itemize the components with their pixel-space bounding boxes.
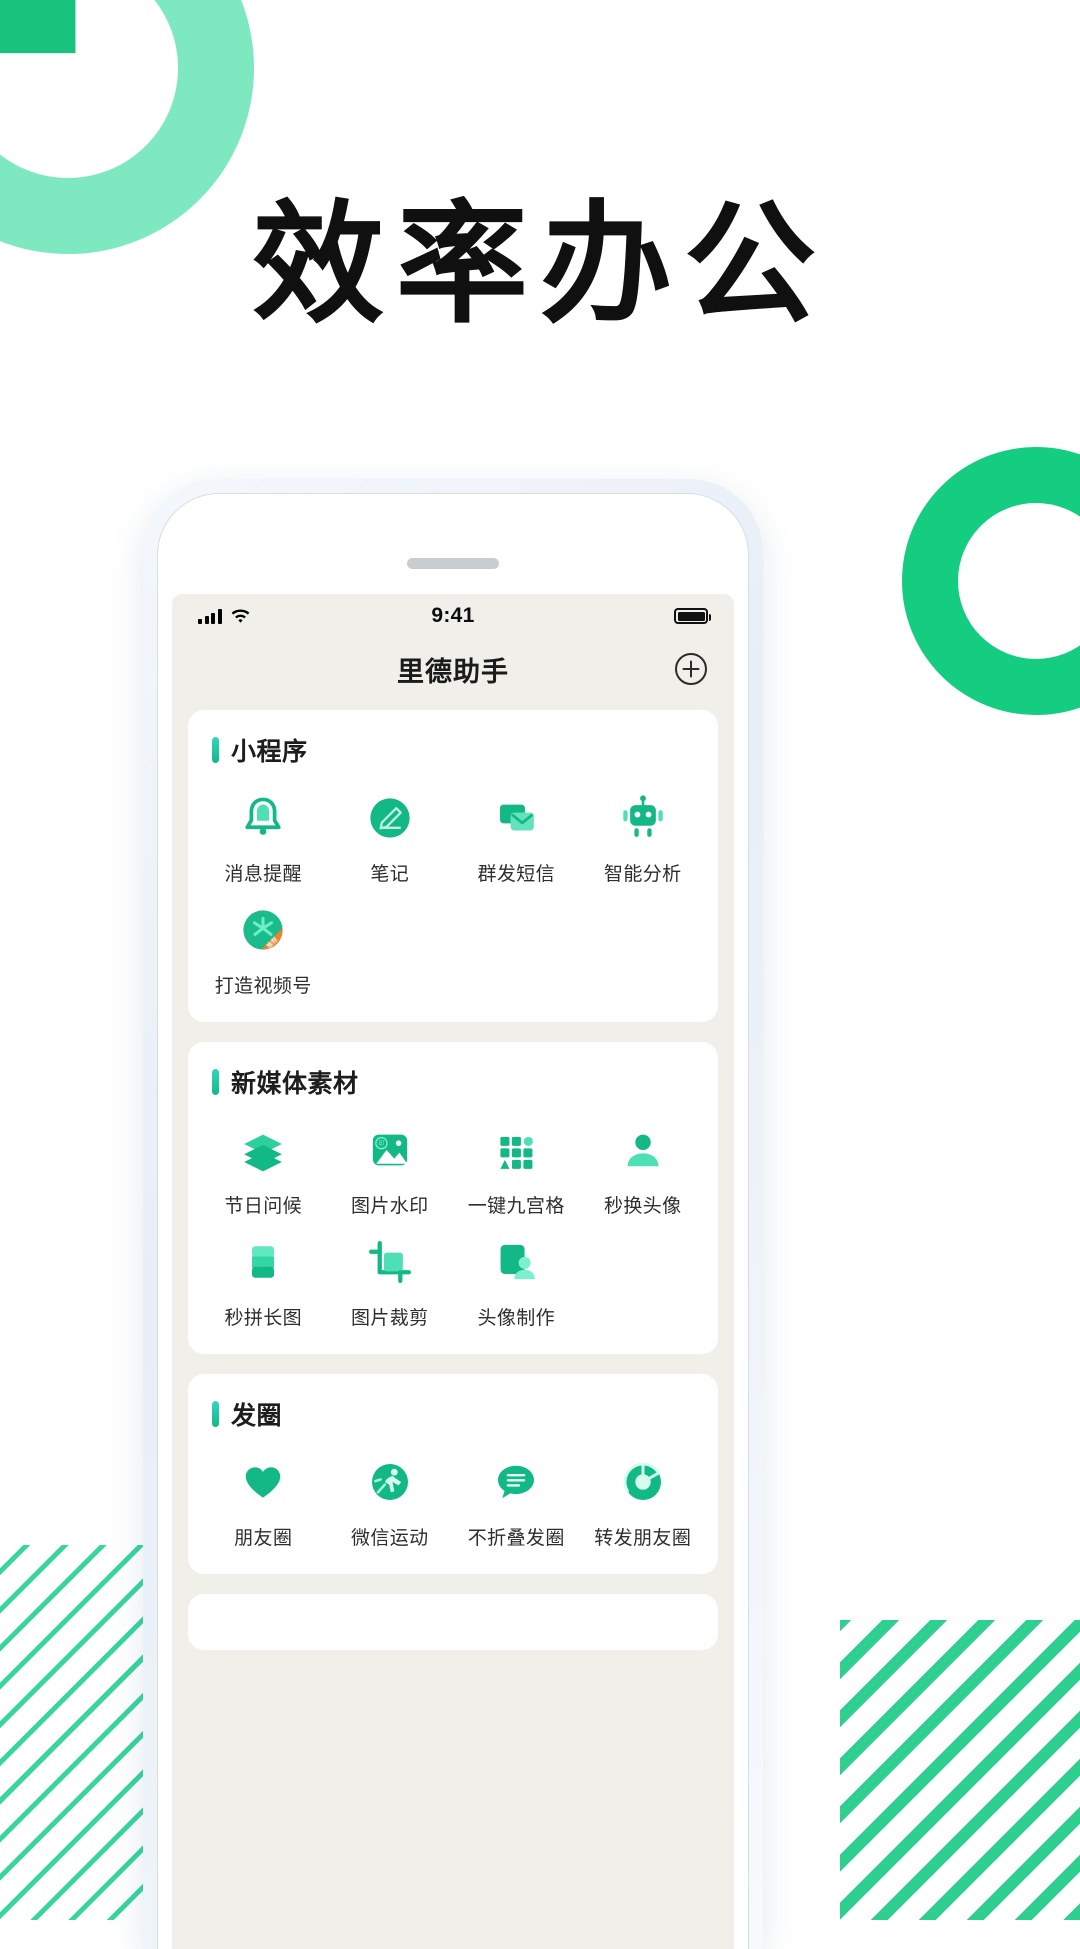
- tile-smart-analysis[interactable]: 智能分析: [580, 790, 707, 886]
- section-accent-bar: [212, 1401, 219, 1427]
- crop-icon: [362, 1234, 418, 1290]
- tile-avatar-swap[interactable]: 秒换头像: [580, 1122, 707, 1218]
- decorative-stripes-right: [840, 1620, 1080, 1920]
- tile-notes[interactable]: 笔记: [327, 790, 454, 886]
- tile-image-watermark[interactable]: 印 图片水印: [327, 1122, 454, 1218]
- shutter-icon: [615, 1454, 671, 1510]
- tile-label: 朋友圈: [234, 1528, 293, 1549]
- tile-no-fold-post[interactable]: 不折叠发圈: [453, 1454, 580, 1550]
- battery-full-icon: [674, 608, 711, 624]
- avatar-swap-icon: [615, 1122, 671, 1178]
- robot-icon: [615, 790, 671, 846]
- decorative-ring-right: [902, 447, 1080, 715]
- section-card-newmedia: 新媒体素材 节日问候 印 图片水印 一键九宫格 秒换头像 秒拼长图 图片裁剪 头…: [188, 1042, 718, 1354]
- heart-icon: [235, 1454, 291, 1510]
- tile-long-image[interactable]: 秒拼长图: [200, 1234, 327, 1330]
- tile-bulk-sms[interactable]: 群发短信: [453, 790, 580, 886]
- nine-grid-icon: [488, 1122, 544, 1178]
- section-title: 发圈: [231, 1402, 283, 1430]
- avatar-maker-icon: [488, 1234, 544, 1290]
- section-title: 小程序: [231, 738, 308, 766]
- tile-holiday-greeting[interactable]: 节日问候: [200, 1122, 327, 1218]
- section-header: 新媒体素材: [200, 1064, 706, 1110]
- tile-label: 节日问候: [224, 1196, 303, 1217]
- tile-video-channel[interactable]: 推荐 打造视频号: [200, 902, 327, 998]
- phone-screen-frame: 9:41 里德助手 小程序 消息提醒 笔记 群发短信 智能分析 推荐 打造视频号…: [157, 493, 749, 1949]
- tile-label: 秒拼长图: [224, 1308, 303, 1329]
- tile-avatar-maker[interactable]: 头像制作: [453, 1234, 580, 1330]
- phone-mockup: 9:41 里德助手 小程序 消息提醒 笔记 群发短信 智能分析 推荐 打造视频号…: [143, 479, 763, 1949]
- status-right-group: [674, 608, 711, 624]
- tile-label: 头像制作: [477, 1308, 556, 1329]
- app-content: 小程序 消息提醒 笔记 群发短信 智能分析 推荐 打造视频号 新媒体素材 节日问…: [172, 700, 734, 1650]
- app-screen: 9:41 里德助手 小程序 消息提醒 笔记 群发短信 智能分析 推荐 打造视频号…: [172, 594, 734, 1949]
- section-card-moments: 发圈 朋友圈 微信运动 不折叠发圈 转发朋友圈: [188, 1374, 718, 1574]
- layers-icon: [235, 1122, 291, 1178]
- tile-label: 图片水印: [350, 1196, 429, 1217]
- status-time: 9:41: [431, 604, 475, 627]
- tile-nine-grid[interactable]: 一键九宫格: [453, 1122, 580, 1218]
- mail-stack-icon: [488, 790, 544, 846]
- tile-message-reminder[interactable]: 消息提醒: [200, 790, 327, 886]
- page-title: 效率办公: [252, 191, 828, 338]
- section-card-miniprograms: 小程序 消息提醒 笔记 群发短信 智能分析 推荐 打造视频号: [188, 710, 718, 1022]
- tile-moments[interactable]: 朋友圈: [200, 1454, 327, 1550]
- tile-label: 笔记: [370, 864, 410, 885]
- tile-label: 转发朋友圈: [594, 1528, 692, 1549]
- phone-speaker-grille: [407, 558, 499, 569]
- status-bar: 9:41: [172, 594, 734, 638]
- tile-label: 打造视频号: [214, 976, 312, 997]
- tile-label: 群发短信: [477, 864, 556, 885]
- running-icon: [362, 1454, 418, 1510]
- image-watermark-icon: 印: [362, 1122, 418, 1178]
- section-title: 新媒体素材: [231, 1070, 359, 1098]
- section-grid: 节日问候 印 图片水印 一键九宫格 秒换头像 秒拼长图 图片裁剪 头像制作: [200, 1110, 706, 1330]
- chat-bubble-icon: [488, 1454, 544, 1510]
- tile-label: 不折叠发圈: [467, 1528, 565, 1549]
- app-title: 里德助手: [397, 656, 509, 687]
- tile-label: 智能分析: [603, 864, 682, 885]
- section-grid: 消息提醒 笔记 群发短信 智能分析 推荐 打造视频号: [200, 778, 706, 998]
- video-channel-icon: 推荐: [235, 902, 291, 958]
- bell-icon: [235, 790, 291, 846]
- tile-image-crop[interactable]: 图片裁剪: [327, 1234, 454, 1330]
- tile-label: 一键九宫格: [467, 1196, 565, 1217]
- section-header: 小程序: [200, 732, 706, 778]
- section-accent-bar: [212, 737, 219, 763]
- tile-label: 图片裁剪: [350, 1308, 429, 1329]
- plus-circle-icon[interactable]: [674, 652, 708, 686]
- svg-text:印: 印: [378, 1141, 384, 1148]
- tile-label: 微信运动: [350, 1528, 429, 1549]
- tile-wechat-sport[interactable]: 微信运动: [327, 1454, 454, 1550]
- section-header: 发圈: [200, 1396, 706, 1442]
- section-accent-bar: [212, 1069, 219, 1095]
- app-navbar: 里德助手: [172, 638, 734, 700]
- section-grid: 朋友圈 微信运动 不折叠发圈 转发朋友圈: [200, 1442, 706, 1550]
- tile-label: 秒换头像: [603, 1196, 682, 1217]
- tile-forward-moments[interactable]: 转发朋友圈: [580, 1454, 707, 1550]
- section-card-next-partial: [188, 1594, 718, 1650]
- tile-label: 消息提醒: [224, 864, 303, 885]
- long-image-icon: [235, 1234, 291, 1290]
- pencil-circle-icon: [362, 790, 418, 846]
